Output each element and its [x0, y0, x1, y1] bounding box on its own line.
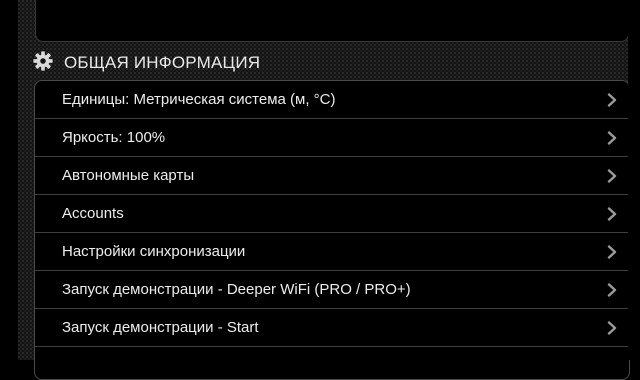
list-item-demo-deeper-wifi[interactable]: Запуск демонстрации - Deeper WiFi (PRO /…	[35, 271, 629, 309]
list-item-offline-maps[interactable]: Автономные карты	[35, 157, 629, 195]
top-panel	[35, 0, 629, 42]
list-item-label: Accounts	[62, 205, 124, 222]
list-item-accounts[interactable]: Accounts	[35, 195, 629, 233]
chevron-right-icon	[607, 282, 617, 297]
section-header: ОБЩАЯ ИНФОРМАЦИЯ	[32, 50, 260, 76]
list-item-label: Яркость: 100%	[62, 129, 166, 146]
settings-screen: ОБЩАЯ ИНФОРМАЦИЯ Единицы: Метрическая си…	[18, 0, 630, 380]
chevron-right-icon	[607, 206, 617, 221]
settings-list: Единицы: Метрическая система (м, °C) Ярк…	[34, 80, 630, 380]
list-item-units[interactable]: Единицы: Метрическая система (м, °C)	[35, 81, 629, 119]
left-letterbox	[0, 0, 18, 360]
list-item-label: Настройки синхронизации	[62, 243, 246, 260]
chevron-right-icon	[607, 92, 617, 107]
gear-icon	[32, 50, 54, 77]
list-item-demo-start[interactable]: Запуск демонстрации - Start	[35, 309, 629, 347]
list-item-label: Автономные карты	[62, 167, 195, 184]
chevron-right-icon	[607, 168, 617, 183]
right-letterbox	[628, 0, 640, 360]
list-item-label: Единицы: Метрическая система (м, °C)	[62, 91, 336, 108]
chevron-right-icon	[607, 244, 617, 259]
chevron-right-icon	[607, 320, 617, 335]
list-item-sync-settings[interactable]: Настройки синхронизации	[35, 233, 629, 271]
list-item-brightness[interactable]: Яркость: 100%	[35, 119, 629, 157]
section-title: ОБЩАЯ ИНФОРМАЦИЯ	[64, 53, 261, 72]
chevron-right-icon	[607, 130, 617, 145]
list-item-label: Запуск демонстрации - Deeper WiFi (PRO /…	[62, 281, 411, 298]
list-item-label: Запуск демонстрации - Start	[62, 319, 259, 336]
